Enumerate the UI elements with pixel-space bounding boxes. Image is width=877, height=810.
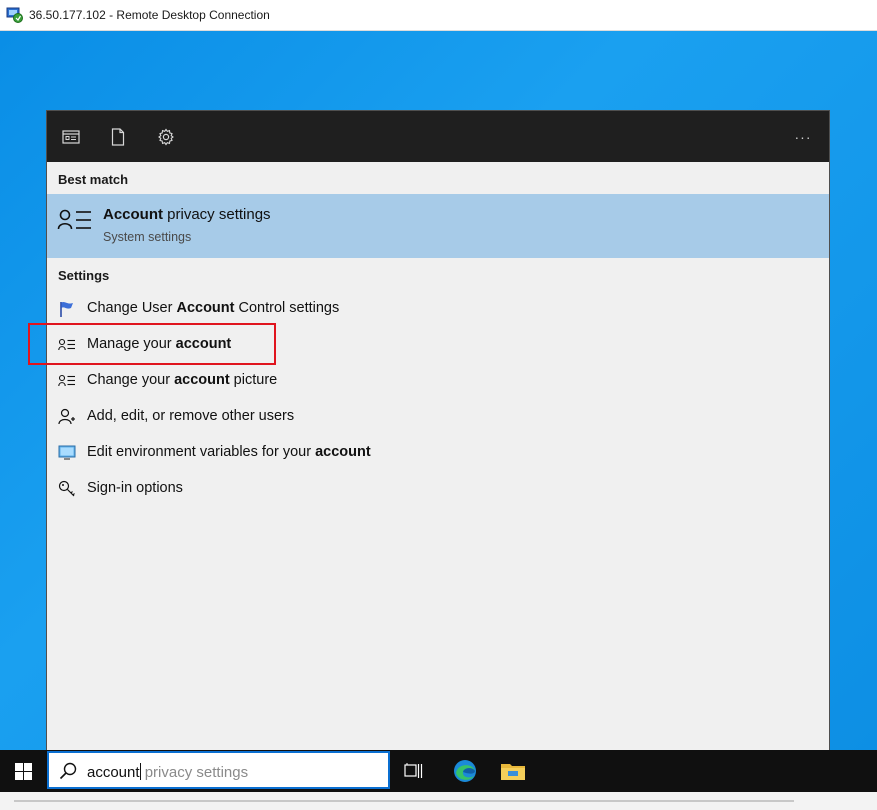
rdp-title-bar: 36.50.177.102 - Remote Desktop Connectio… [0, 0, 877, 31]
settings-header: Settings [58, 268, 110, 283]
more-options-button[interactable]: ··· [791, 125, 815, 149]
window-title: 36.50.177.102 - Remote Desktop Connectio… [29, 8, 270, 22]
person-add-icon [57, 408, 77, 426]
result-label: Change your account picture [87, 372, 278, 388]
search-suggestion-text: privacy settings [140, 764, 249, 781]
uac-flag-icon [57, 300, 77, 318]
key-icon [57, 480, 77, 498]
remote-desktop-icon [6, 6, 24, 24]
best-match-result[interactable]: Account privacy settings System settings [47, 194, 829, 258]
search-typed-text: account [87, 764, 140, 781]
taskbar-search-input[interactable]: account privacy settings [47, 751, 390, 789]
result-environment-variables[interactable]: Edit environment variables for your acco… [47, 436, 829, 470]
best-match-subtitle: System settings [103, 230, 192, 244]
panel-toolbar: ··· [47, 111, 829, 162]
result-other-users[interactable]: Add, edit, or remove other users [47, 400, 829, 434]
result-label: Edit environment variables for your acco… [87, 444, 371, 460]
horizontal-scrollbar[interactable] [14, 800, 794, 802]
search-results-panel: ··· Best match Account privacy settings … [46, 110, 830, 750]
best-match-title: Account privacy settings [103, 206, 271, 223]
search-text: account privacy settings [87, 763, 248, 781]
task-view-icon[interactable] [399, 756, 429, 786]
file-explorer-icon[interactable] [498, 756, 528, 786]
taskbar: account privacy settings [0, 750, 877, 792]
account-list-icon [57, 208, 93, 234]
search-icon [58, 761, 78, 781]
account-list-icon [57, 372, 77, 390]
result-account-picture[interactable]: Change your account picture [47, 364, 829, 398]
result-uac-settings[interactable]: Change User Account Control settings [47, 292, 829, 326]
windows-start-icon[interactable] [0, 750, 46, 792]
edge-icon[interactable] [450, 756, 480, 786]
window-bottom-scrollbar [0, 792, 877, 810]
monitor-icon [57, 444, 77, 462]
best-match-header: Best match [58, 172, 129, 187]
result-label: Sign-in options [87, 480, 183, 496]
result-sign-in-options[interactable]: Sign-in options [47, 472, 829, 506]
gear-icon[interactable] [154, 125, 178, 149]
document-icon[interactable] [106, 125, 130, 149]
result-label: Change User Account Control settings [87, 300, 340, 316]
highlight-annotation-box [28, 323, 276, 365]
apps-icon[interactable] [59, 125, 83, 149]
result-label: Add, edit, or remove other users [87, 408, 295, 424]
